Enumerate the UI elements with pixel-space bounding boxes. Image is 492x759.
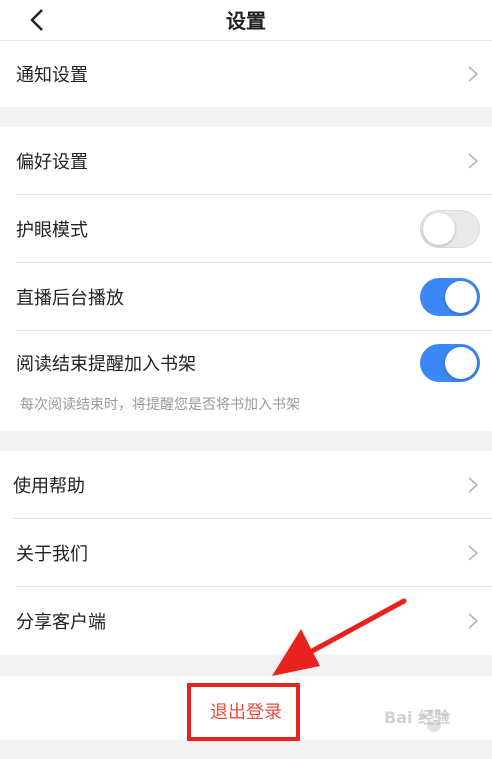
reading-shelf-label: 阅读结束提醒加入书架: [16, 354, 196, 375]
eye-protection-row: 护眼模式: [16, 195, 492, 263]
help-row[interactable]: 使用帮助: [13, 451, 492, 519]
about-group: 使用帮助 关于我们 分享客户端: [0, 451, 492, 655]
chevron-right-icon: [468, 152, 479, 169]
eye-protection-toggle[interactable]: [420, 209, 480, 248]
watermark-text: Bai 经验: [384, 708, 451, 727]
chevron-right-icon: [468, 612, 479, 629]
chevron-right-icon: [468, 544, 479, 561]
reading-shelf-hint: 每次阅读结束时，将提醒您是否将书加入书架: [20, 397, 300, 413]
live-background-toggle[interactable]: [420, 277, 480, 316]
toggle-knob: [445, 347, 477, 379]
chevron-right-icon: [468, 476, 479, 493]
preference-settings-row[interactable]: 偏好设置: [16, 127, 492, 195]
page-title: 设置: [226, 9, 266, 33]
annotation-highlight-box: [187, 683, 300, 741]
preference-settings-label: 偏好设置: [16, 151, 88, 173]
reading-shelf-toggle[interactable]: [420, 344, 480, 382]
preferences-group: 偏好设置 护眼模式 直播后台播放 阅读结束提醒加入书架: [0, 127, 492, 431]
chevron-right-icon: [468, 66, 479, 82]
toggle-knob: [423, 212, 455, 245]
toggle-knob: [445, 280, 477, 313]
notification-group: 通知设置: [0, 41, 492, 107]
share-client-label: 分享客户端: [16, 611, 106, 633]
reading-shelf-row: 阅读结束提醒加入书架: [16, 331, 492, 431]
notification-settings-row[interactable]: 通知设置: [16, 41, 492, 107]
about-us-row[interactable]: 关于我们: [16, 519, 492, 587]
top-bar: 设置: [0, 0, 492, 41]
help-label: 使用帮助: [13, 475, 85, 497]
share-client-row[interactable]: 分享客户端: [16, 587, 492, 654]
eye-protection-label: 护眼模式: [16, 219, 88, 241]
live-background-label: 直播后台播放: [16, 287, 124, 309]
about-us-label: 关于我们: [16, 543, 88, 565]
notification-settings-label: 通知设置: [16, 65, 88, 86]
live-background-row: 直播后台播放: [16, 263, 492, 331]
